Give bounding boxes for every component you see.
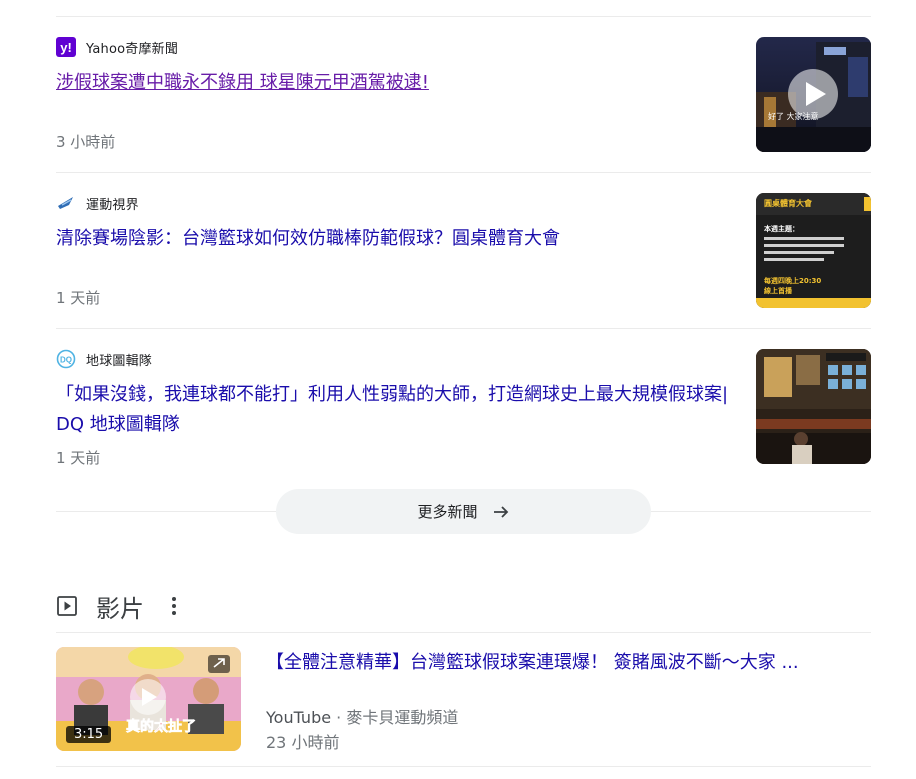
news-thumbnail[interactable] <box>756 349 871 464</box>
news-age: 1 天前 <box>56 449 101 467</box>
video-overlay-text: 真的太扯了 <box>126 718 196 735</box>
thumb-line: 每週四晚上20:30 <box>764 276 821 285</box>
video-channel: 麥卡貝運動頻道 <box>346 708 459 727</box>
more-news-label: 更多新聞 <box>417 503 478 521</box>
news-source-name: 運動視界 <box>86 197 139 213</box>
news-source: y! Yahoo奇摩新聞 <box>56 37 178 57</box>
dq-logo-icon: DQ <box>56 349 76 369</box>
news-thumbnail[interactable]: 圓桌體育大會 本週主題： 每週四晚上20:30 線上首播 <box>756 193 871 308</box>
svg-text:y!: y! <box>60 40 72 55</box>
thumb-overlay-text: 好了 大家注意 <box>768 111 819 121</box>
video-platform: YouTube <box>266 708 332 727</box>
arrow-right-icon <box>492 503 510 521</box>
video-duration: 3:15 <box>66 726 112 743</box>
video-age: 23 小時前 <box>266 733 340 752</box>
sportsv-logo-icon <box>56 193 76 213</box>
divider <box>56 328 871 329</box>
news-item[interactable]: DQ 地球圖輯隊 「如果沒錢，我連球都不能打」利用人性弱點的大師，打造網球史上最… <box>56 349 871 467</box>
news-headline-link[interactable]: 清除賽場陰影：台灣籃球如何效仿職棒防範假球？圓桌體育大會 <box>56 224 741 254</box>
news-age: 3 小時前 <box>56 133 116 151</box>
divider <box>56 172 871 173</box>
divider <box>56 766 871 767</box>
video-meta: YouTube · 麥卡貝運動頻道 <box>266 704 458 728</box>
news-source-name: 地球圖輯隊 <box>86 353 153 369</box>
news-thumbnail-video[interactable]: 好了 大家注意 <box>756 37 871 152</box>
video-thumbnail[interactable]: 真的太扯了 3:15 <box>56 647 241 751</box>
divider <box>56 16 871 17</box>
thumb-line: 圓桌體育大會 <box>764 198 813 208</box>
news-source: DQ 地球圖輯隊 <box>56 349 152 369</box>
more-options-icon[interactable] <box>166 594 182 618</box>
news-headline-link[interactable]: 涉假球案遭中職永不錄用 球星陳元甲酒駕被逮! <box>56 68 741 98</box>
news-source: 運動視界 <box>56 193 139 213</box>
videos-section-title: 影片 <box>96 594 144 623</box>
more-news-button[interactable]: 更多新聞 <box>276 489 651 534</box>
divider <box>56 632 871 633</box>
news-headline-link[interactable]: 「如果沒錢，我連球都不能打」利用人性弱點的大師，打造網球史上最大規模假球案| D… <box>56 380 741 440</box>
video-title-link[interactable]: 【全體注意精華】台灣籃球假球案連環爆！ 簽賭風波不斷～大家 ... <box>266 648 866 678</box>
news-age: 1 天前 <box>56 289 101 307</box>
videos-section-header: 影片 <box>56 588 182 624</box>
thumb-line: 本週主題： <box>763 224 799 233</box>
video-play-icon <box>56 595 78 617</box>
svg-text:DQ: DQ <box>60 356 72 365</box>
news-item[interactable]: y! Yahoo奇摩新聞 涉假球案遭中職永不錄用 球星陳元甲酒駕被逮! 3 小時… <box>56 37 871 155</box>
news-source-name: Yahoo奇摩新聞 <box>86 41 179 57</box>
meta-separator: · <box>331 708 347 727</box>
yahoo-logo-icon: y! <box>56 37 76 57</box>
thumb-line: 線上首播 <box>764 286 793 295</box>
news-item[interactable]: 運動視界 清除賽場陰影：台灣籃球如何效仿職棒防範假球？圓桌體育大會 1 天前 圓… <box>56 193 871 311</box>
